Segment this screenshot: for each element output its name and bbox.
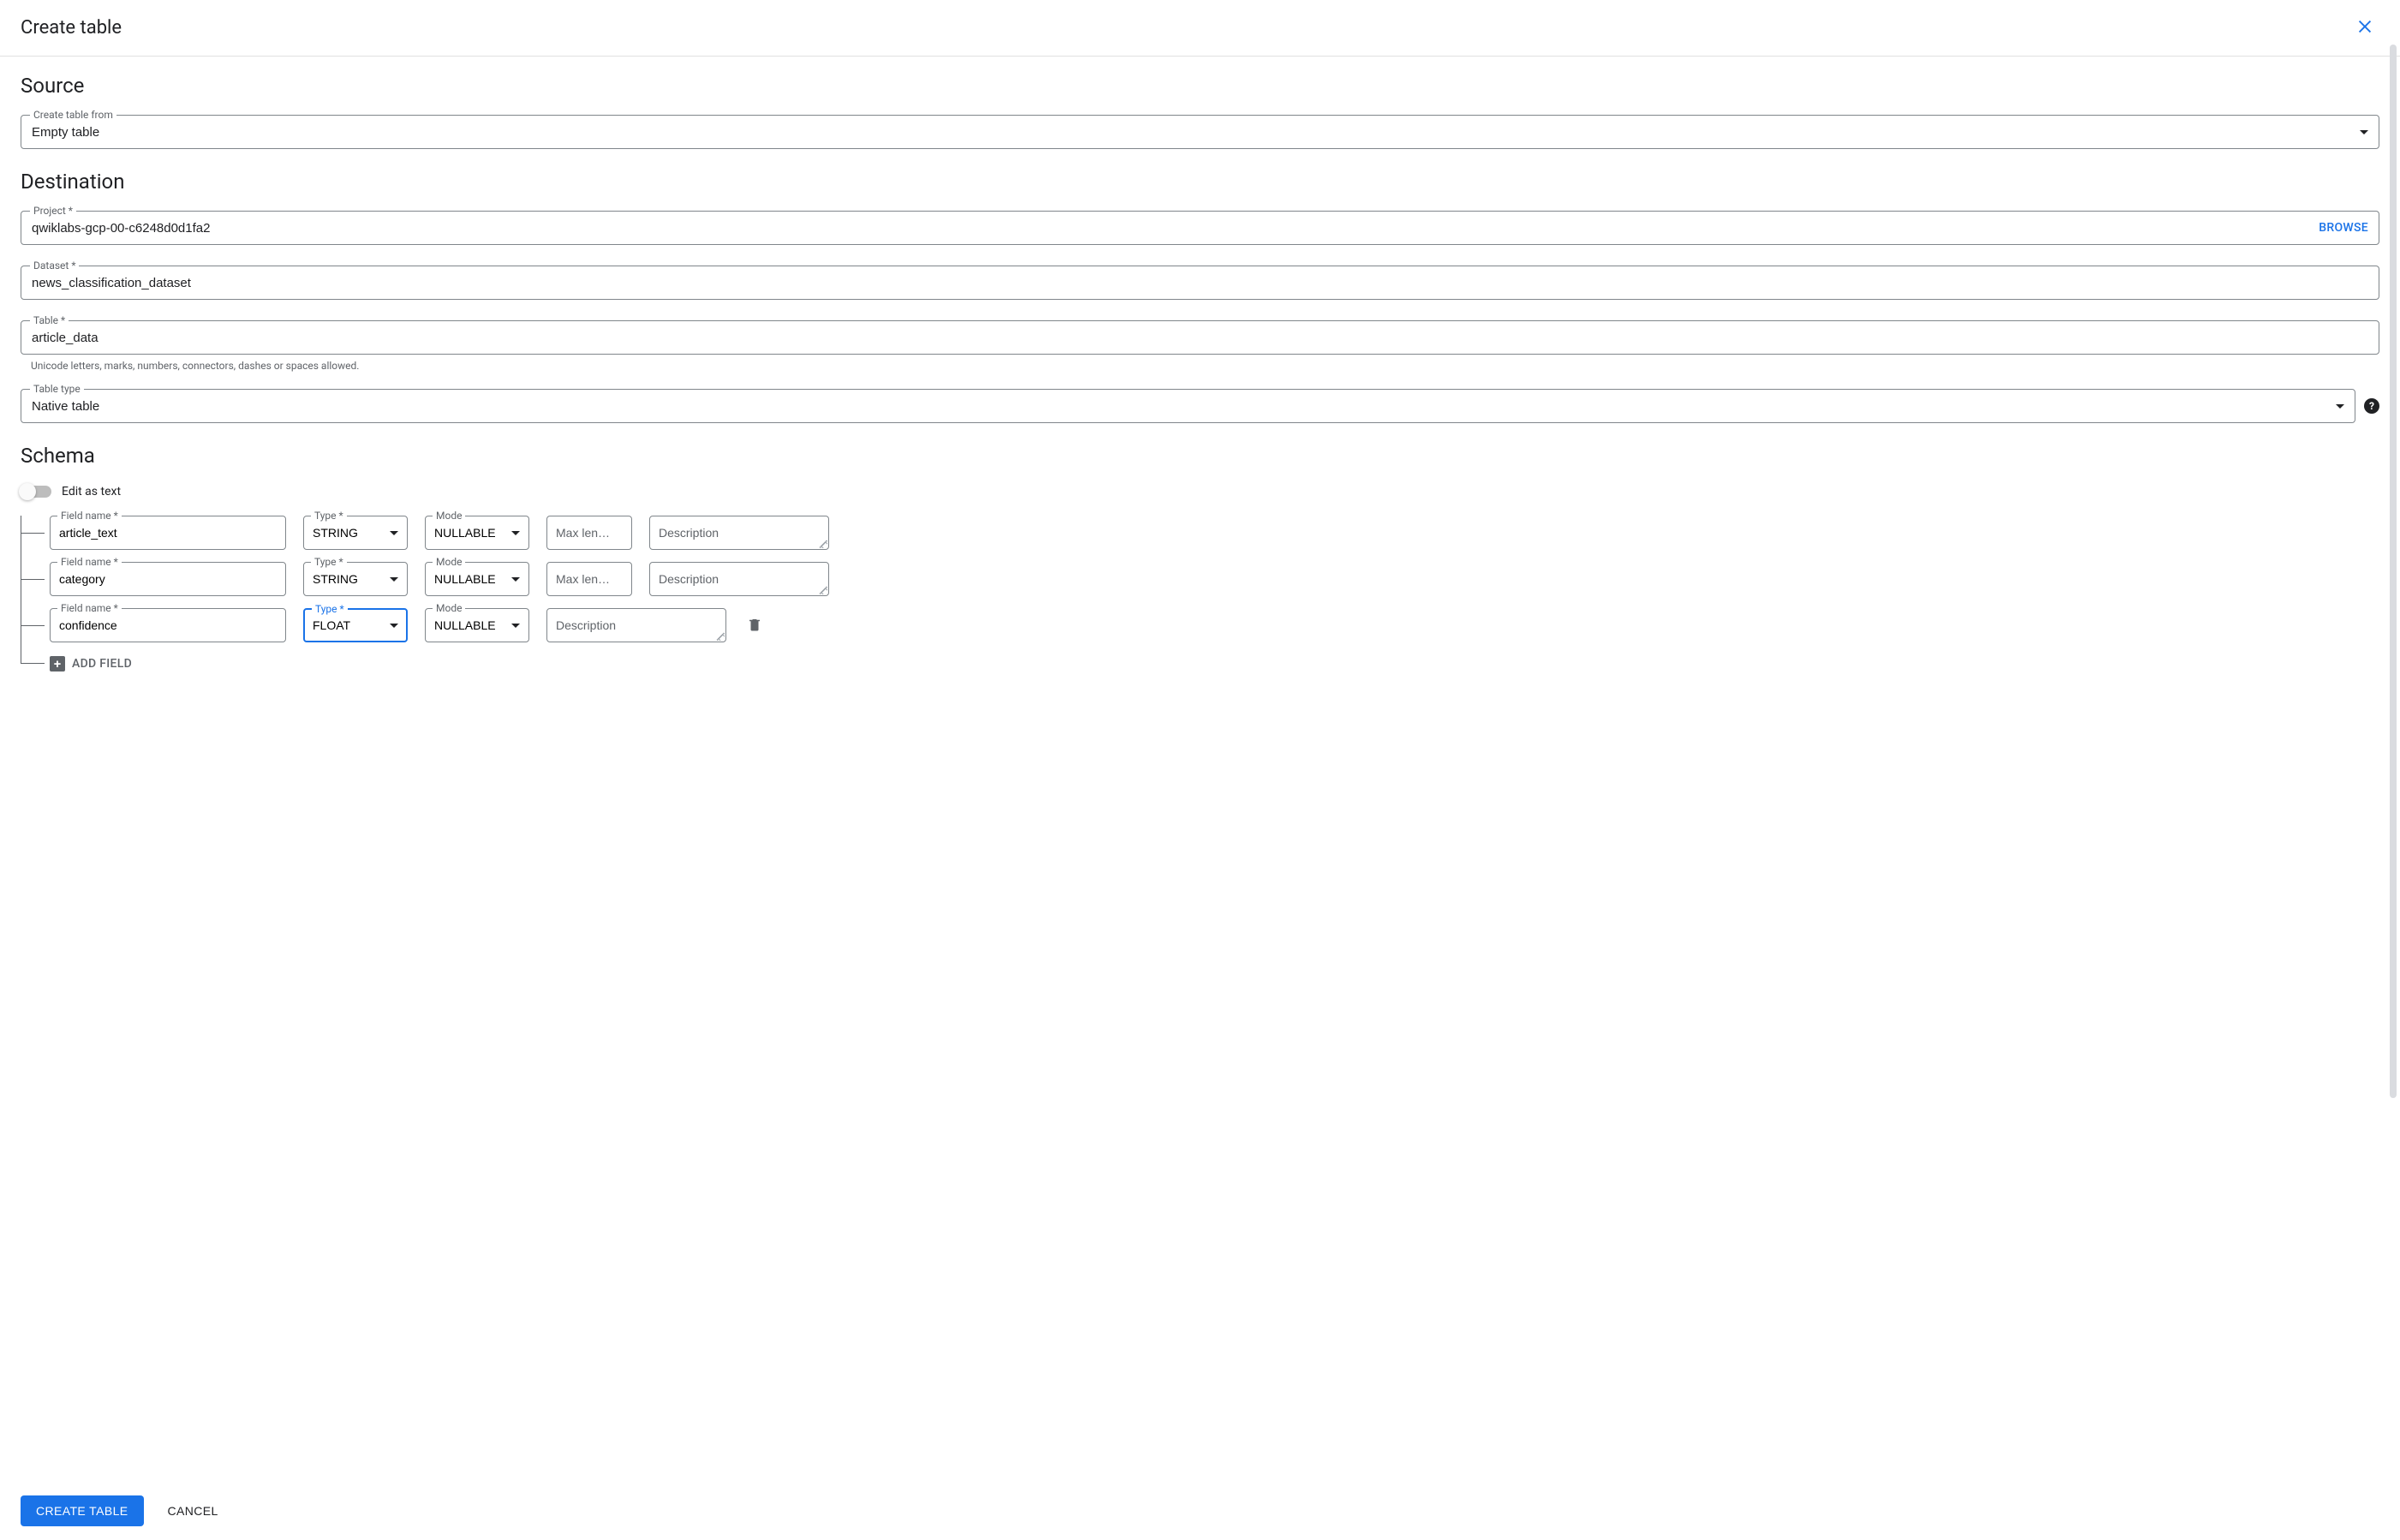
dataset-label: Dataset * (30, 260, 79, 272)
destination-section-title: Destination (21, 170, 2379, 194)
field-name-label: Field name * (57, 510, 122, 522)
field-mode-label: Mode (433, 510, 465, 522)
dataset-input[interactable] (32, 266, 2368, 299)
table-type-select[interactable]: Table type (21, 389, 2355, 423)
field-type-value[interactable] (313, 572, 385, 586)
field-description-input-wrap[interactable] (546, 608, 726, 642)
field-name-input-wrap[interactable]: Field name * (50, 516, 286, 550)
field-type-label: Type * (312, 603, 348, 615)
close-icon (2355, 17, 2374, 36)
field-name-input-wrap[interactable]: Field name * (50, 562, 286, 596)
schema-field-row: Field name * Type * Mode (50, 608, 2379, 642)
scrollbar[interactable] (2390, 45, 2398, 1507)
add-field-label: ADD FIELD (72, 657, 132, 671)
create-table-from-label: Create table from (30, 109, 116, 121)
table-input[interactable] (32, 321, 2368, 354)
create-table-button[interactable]: CREATE TABLE (21, 1495, 144, 1526)
resize-handle-icon (716, 632, 725, 641)
dialog-header: Create table (0, 0, 2400, 57)
field-description-input[interactable] (659, 526, 820, 540)
field-name-input[interactable] (59, 526, 277, 540)
close-button[interactable] (2350, 12, 2379, 44)
create-table-dialog: Create table Source Create table from De… (0, 0, 2400, 1540)
field-description-input-wrap[interactable] (649, 562, 829, 596)
field-description-input-wrap[interactable] (649, 516, 829, 550)
field-type-select[interactable]: Type * (303, 608, 408, 642)
field-maxlen-input-wrap[interactable] (546, 562, 632, 596)
table-type-label: Table type (30, 383, 84, 395)
dataset-field[interactable]: Dataset * (21, 266, 2379, 300)
source-section-title: Source (21, 74, 2379, 98)
project-input[interactable] (32, 212, 2319, 244)
field-mode-select[interactable]: Mode (425, 608, 529, 642)
field-maxlen-input[interactable] (556, 572, 623, 586)
create-table-from-select[interactable]: Create table from (21, 115, 2379, 149)
field-type-value[interactable] (313, 526, 385, 540)
chevron-down-icon (390, 577, 398, 582)
field-name-input-wrap[interactable]: Field name * (50, 608, 286, 642)
resize-handle-icon (819, 586, 827, 594)
field-mode-select[interactable]: Mode (425, 562, 529, 596)
table-field[interactable]: Table * (21, 320, 2379, 355)
field-mode-label: Mode (433, 556, 465, 568)
browse-button[interactable]: BROWSE (2319, 221, 2368, 235)
field-mode-value[interactable] (434, 572, 506, 586)
field-name-input[interactable] (59, 618, 277, 632)
field-name-label: Field name * (57, 602, 122, 614)
dialog-title: Create table (21, 17, 122, 39)
create-table-from-value[interactable] (32, 116, 2353, 148)
schema-field-row: Field name * Type * Mode (50, 562, 2379, 596)
field-description-input[interactable] (659, 572, 820, 586)
dialog-body: Source Create table from Destination Pro… (0, 57, 2400, 1481)
cancel-button[interactable]: CANCEL (168, 1504, 218, 1518)
project-label: Project * (30, 205, 76, 217)
field-maxlen-input[interactable] (556, 526, 623, 540)
resize-handle-icon (819, 540, 827, 548)
edit-as-text-label: Edit as text (62, 485, 121, 498)
scrollbar-thumb[interactable] (2390, 45, 2397, 1098)
edit-as-text-toggle[interactable] (21, 486, 51, 498)
delete-field-button[interactable] (743, 613, 766, 638)
chevron-down-icon (511, 531, 520, 535)
table-type-value[interactable] (32, 390, 2329, 422)
dialog-footer: CREATE TABLE CANCEL (0, 1481, 2400, 1540)
chevron-down-icon (2336, 404, 2344, 409)
project-field[interactable]: Project * BROWSE (21, 211, 2379, 245)
field-mode-select[interactable]: Mode (425, 516, 529, 550)
field-name-input[interactable] (59, 572, 277, 586)
field-description-input[interactable] (556, 618, 717, 632)
table-label: Table * (30, 314, 69, 326)
table-hint: Unicode letters, marks, numbers, connect… (31, 360, 359, 372)
schema-field-row: Field name * Type * Mode (50, 516, 2379, 550)
field-mode-label: Mode (433, 602, 465, 614)
chevron-down-icon (511, 577, 520, 582)
edit-as-text-toggle-row: Edit as text (21, 485, 2379, 498)
field-mode-value[interactable] (434, 526, 506, 540)
toggle-knob (19, 483, 36, 500)
field-mode-value[interactable] (434, 618, 506, 632)
field-maxlen-input-wrap[interactable] (546, 516, 632, 550)
schema-section-title: Schema (21, 444, 2379, 468)
chevron-down-icon (511, 624, 520, 628)
help-icon[interactable]: ? (2364, 398, 2379, 414)
field-type-label: Type * (311, 510, 347, 522)
field-type-label: Type * (311, 556, 347, 568)
field-type-select[interactable]: Type * (303, 562, 408, 596)
add-field-button[interactable]: + ADD FIELD (50, 654, 2379, 672)
chevron-down-icon (2360, 130, 2368, 134)
trash-icon (747, 617, 762, 632)
schema-fields-tree: Field name * Type * Mode Field name * Type *… (21, 516, 2379, 672)
chevron-down-icon (390, 624, 398, 628)
field-type-value[interactable] (313, 618, 385, 632)
field-name-label: Field name * (57, 556, 122, 568)
chevron-down-icon (390, 531, 398, 535)
plus-icon: + (50, 656, 65, 672)
field-type-select[interactable]: Type * (303, 516, 408, 550)
